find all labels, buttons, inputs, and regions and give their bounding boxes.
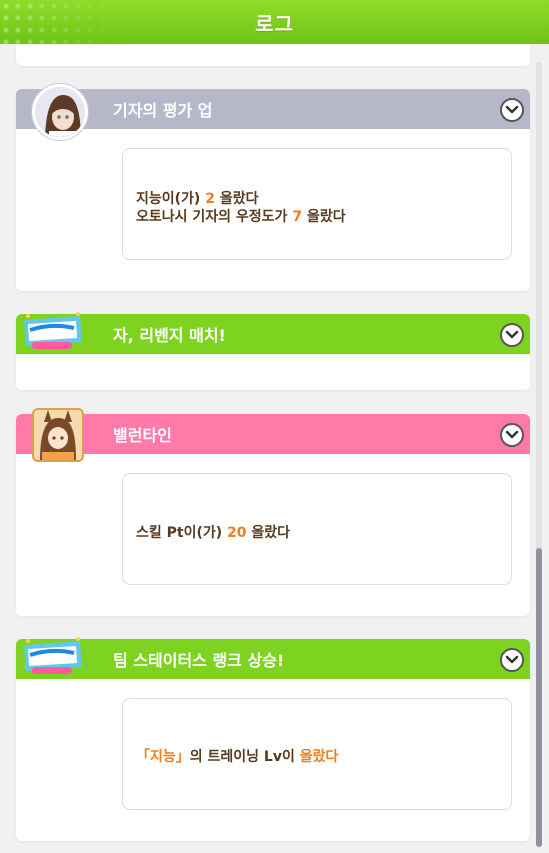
header-bar: 로그	[0, 0, 549, 44]
log-entry-header[interactable]: 자, 리벤지 매치!	[16, 314, 530, 354]
log-entry-title: 팀 스테이터스 랭크 상승!	[113, 651, 285, 670]
aoharu-cup-logo-icon	[16, 635, 88, 681]
header-pattern	[0, 0, 120, 44]
log-entry-title: 밸런타인	[113, 426, 172, 445]
chevron-down-icon[interactable]	[500, 98, 524, 122]
horsegirl-portrait-icon	[32, 408, 84, 462]
chevron-down-icon[interactable]	[500, 423, 524, 447]
aoharu-cup-logo-icon	[16, 310, 88, 356]
log-entry-header[interactable]: 기자의 평가 업	[16, 89, 530, 129]
log-entry-title: 자, 리벤지 매치!	[113, 326, 226, 345]
scrollbar-thumb[interactable]	[536, 548, 542, 847]
log-entry-header[interactable]: 밸런타인	[16, 414, 530, 454]
log-line: 스킬 Pt이(가) 20 올랐다	[136, 525, 291, 541]
chevron-down-icon[interactable]	[500, 323, 524, 347]
reporter-portrait-icon	[32, 84, 88, 140]
log-line: 「지능」의 트레이닝 Lv이 올랐다	[136, 749, 339, 765]
log-entry-header[interactable]: 팀 스테이터스 랭크 상승!	[16, 639, 530, 679]
log-line: 지능이(가) 2 올랐다	[136, 191, 259, 207]
log-card-partial	[16, 44, 530, 66]
log-entry-title: 기자의 평가 업	[113, 101, 213, 120]
chevron-down-icon[interactable]	[500, 648, 524, 672]
page-title: 로그	[255, 11, 294, 36]
log-list[interactable]: 기자의 평가 업 지능이(가) 2 올랐다 오토나시 기자의 우정도가 7 올랐…	[0, 44, 549, 853]
log-line: 오토나시 기자의 우정도가 7 올랐다	[136, 209, 346, 225]
